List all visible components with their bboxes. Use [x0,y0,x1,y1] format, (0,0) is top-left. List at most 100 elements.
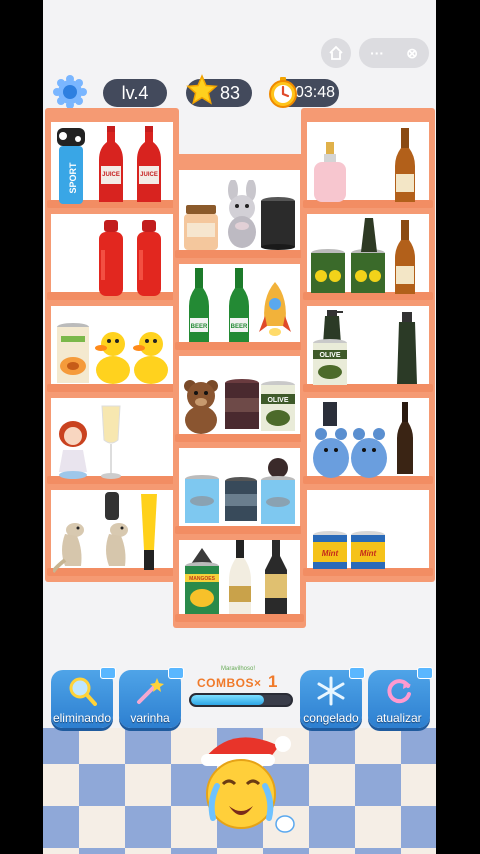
floor-tile [401,848,436,854]
dark-jar-item[interactable] [223,378,261,432]
close-icon[interactable]: ⊗ [406,45,418,62]
sport-bottle-item[interactable]: SPORT [53,128,89,208]
floor-tile [79,806,125,848]
floor-tile [43,806,79,848]
level-indicator: lv.4 [103,79,167,107]
fish-can-item[interactable] [259,458,297,526]
floor-tile [355,806,401,848]
jar-item[interactable] [183,205,219,251]
red-sport-bottle-item[interactable] [97,220,125,298]
champagne-bottle-item[interactable] [227,540,253,616]
floor-tile [79,764,125,806]
floor-tile [43,764,79,806]
dino-figurine-item[interactable] [53,520,87,574]
video-ad-icon [417,667,433,679]
mango-label: MANGOES [189,576,216,582]
mint-can-item[interactable]: Mint [349,530,387,572]
floor-tile [355,848,401,854]
combo-count: 1 [268,672,278,691]
dark-bottle-item[interactable] [361,218,377,252]
olive-label: OLIVE [267,397,288,404]
video-ad-icon [349,667,365,679]
dark-beer-bottle-item[interactable] [395,402,415,476]
floor-tile [125,764,171,806]
mango-can-item[interactable]: MANGOES [183,548,221,616]
floor-tile [355,764,401,806]
green-beer-bottle-item[interactable]: BEER [187,268,211,344]
floor-tile [401,764,436,806]
amber-beer-bottle-item[interactable] [393,220,417,296]
juice-label: JUICE [102,172,120,178]
amber-beer-bottle-item[interactable] [393,128,417,204]
fish-can-item[interactable] [183,474,221,526]
floor-tile [309,806,355,848]
floor-tile [217,848,263,854]
olive-can-item[interactable]: OLIVE [259,380,297,434]
floor-tile [309,764,355,806]
star-icon [186,74,218,105]
floor-tile [125,848,171,854]
doll-figurine-item[interactable] [55,420,91,480]
floor-tile [79,728,125,764]
mint-label: Mint [360,549,377,558]
floor-tile [79,848,125,854]
combo-label: COMBOS× [197,676,262,690]
gold-bottle-item[interactable] [261,540,291,616]
dino-figurine-item[interactable] [95,492,133,574]
floor-tile [263,848,309,854]
refresh-icon [387,679,411,704]
combo-progress-bar [189,693,293,707]
blue-bear-item[interactable] [349,426,389,478]
snowflake-icon [317,676,345,706]
corn-can-item[interactable] [309,248,347,296]
green-beer-bottle-item[interactable]: BEER [227,268,251,344]
mint-label: Mint [322,549,339,558]
perfume-bottle-item[interactable] [311,142,349,204]
juice-bottle-item[interactable]: JUICE [135,126,163,206]
floor-tile [401,806,436,848]
magnify-booster-button[interactable]: eliminando [51,667,116,728]
floor-tile [401,728,436,764]
combo-progress-fill [191,695,264,705]
video-ad-icon [168,667,184,679]
dark-tin-item[interactable] [223,476,259,524]
rubber-duck-item[interactable] [93,330,131,386]
olive-can-item[interactable]: OLIVE [311,338,349,388]
tube-item[interactable] [139,494,159,572]
capsule-menu: ··· ⊗ [359,38,429,68]
combo-caption: Maravilhoso! [221,666,256,672]
sport-label: SPORT [68,162,78,194]
mint-can-item[interactable]: Mint [311,530,349,572]
blue-bear-item[interactable] [311,402,351,478]
stopwatch-icon [269,77,297,108]
more-dots-icon[interactable]: ··· [370,45,384,61]
home-button[interactable] [321,38,351,68]
game-stage: ··· ⊗ lv.4 83 03:48 SPORT JUICE JUICE BE… [43,0,436,854]
champagne-glass-item[interactable] [99,404,123,480]
floor-tile [43,848,79,854]
juice-bottle-item[interactable]: JUICE [97,126,125,206]
floor-tile [355,728,401,764]
olive-label: OLIVE [319,352,340,359]
beer-label: BEER [191,324,208,330]
bunny-plush-item[interactable] [221,180,261,250]
papaya-can-item[interactable] [55,322,91,386]
beer-label: BEER [231,324,248,330]
juice-label: JUICE [140,172,158,178]
spray-bottle-item[interactable] [395,312,419,384]
magic-wand-icon [137,678,164,704]
dark-can-item[interactable] [259,196,297,250]
toy-rocket-item[interactable] [259,282,291,338]
teddy-bear-item[interactable] [181,378,221,434]
red-sport-bottle-item[interactable] [135,220,163,298]
wand-booster-button[interactable]: varinha [119,667,184,728]
home-icon [329,45,343,60]
freeze-booster-button[interactable]: congelado [300,667,365,728]
corn-can-item[interactable] [349,248,387,296]
settings-gear-icon[interactable] [52,74,88,110]
refresh-booster-button[interactable]: atualizar [368,667,433,728]
floor-tile [171,848,217,854]
crying-emoji-mascot [201,736,295,833]
rubber-duck-item[interactable] [131,330,169,386]
magnifier-icon [69,677,97,706]
